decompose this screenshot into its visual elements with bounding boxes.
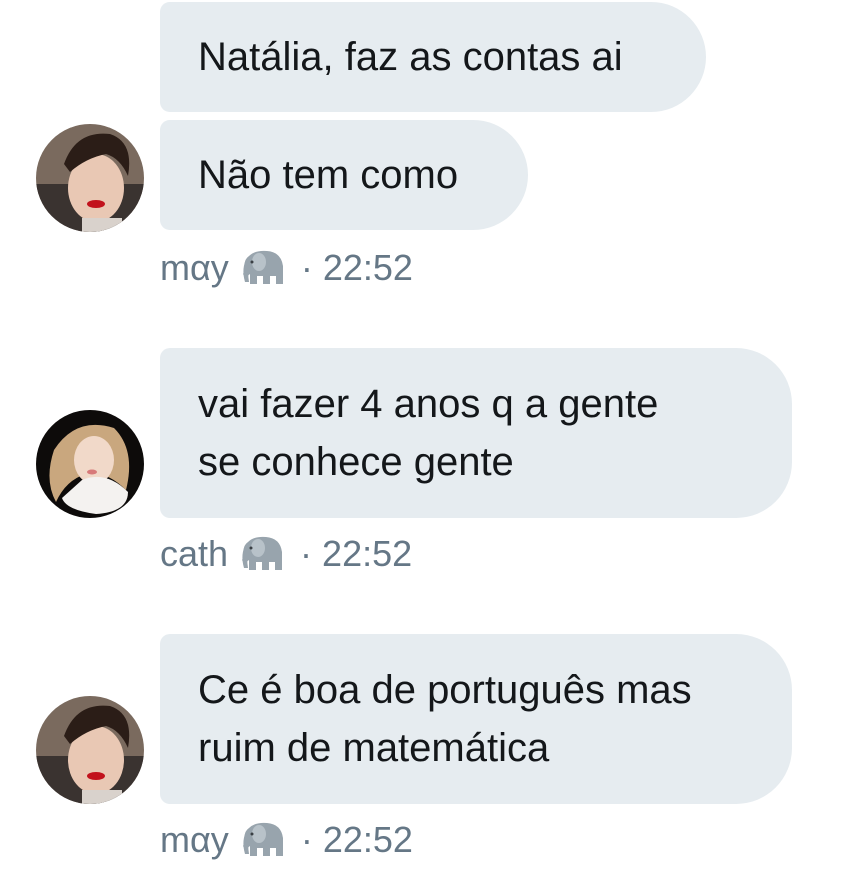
message-bubble[interactable]: vai fazer 4 anos q a gente se conhece ge… <box>160 348 792 518</box>
avatar[interactable] <box>36 124 144 232</box>
message-text-line: Ce é boa de português mas <box>198 668 692 712</box>
message-text-line: ruim de matemática <box>198 726 550 770</box>
elephant-icon <box>239 820 287 860</box>
message-text: Natália, faz as contas ai <box>198 35 623 79</box>
message-text-line: vai fazer 4 anos q a gente <box>198 382 659 426</box>
message-meta: cath · 22:52 <box>160 532 412 576</box>
message-meta: mαy · 22:52 <box>160 818 413 862</box>
sender-name: mαy <box>160 247 229 288</box>
sender-name: cath <box>160 533 229 574</box>
avatar[interactable] <box>36 696 144 804</box>
elephant-icon <box>239 248 287 288</box>
sender-name: mαy <box>160 819 229 860</box>
message-bubble[interactable]: Não tem como <box>160 120 528 230</box>
separator: · <box>300 533 313 574</box>
message-meta: mαy · 22:52 <box>160 246 413 290</box>
message-text-line: se conhece gente <box>198 440 514 484</box>
message-bubble[interactable]: Natália, faz as contas ai <box>160 2 706 112</box>
timestamp: 22:52 <box>322 819 413 860</box>
elephant-icon <box>238 534 286 574</box>
message-text: Não tem como <box>198 153 459 197</box>
message-bubble[interactable]: Ce é boa de português mas ruim de matemá… <box>160 634 792 804</box>
timestamp: 22:52 <box>322 247 413 288</box>
separator: · <box>300 819 313 860</box>
timestamp: 22:52 <box>322 533 413 574</box>
avatar[interactable] <box>36 410 144 518</box>
separator: · <box>300 247 313 288</box>
